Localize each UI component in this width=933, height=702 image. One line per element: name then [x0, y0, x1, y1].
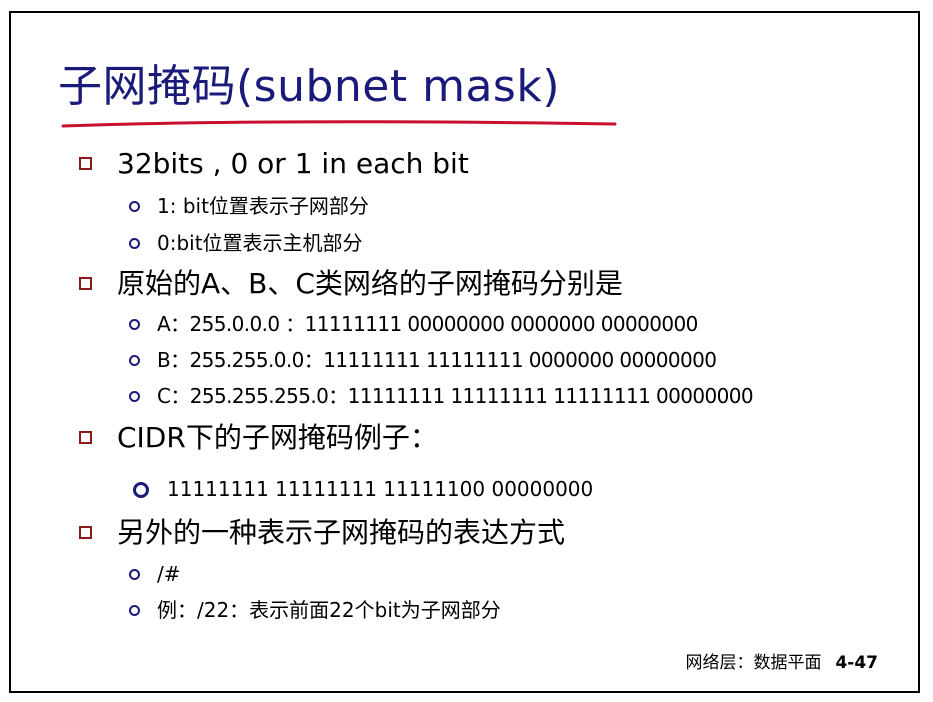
circle-bullet-icon: [129, 238, 140, 249]
slide-title: 子网掩码(subnet mask): [58, 61, 560, 112]
footer-section: 网络层：数据平面: [685, 653, 822, 673]
square-bullet-icon: [79, 526, 92, 539]
circle-bullet-icon: [129, 319, 140, 330]
bullet-1-text: 32bits , 0 or 1 in each bit: [117, 147, 469, 180]
bullet-2-sub-2-text: B：255.255.0.0：11111111 11111111 0000000 …: [157, 348, 717, 372]
circle-bullet-icon: [129, 605, 140, 616]
square-bullet-icon: [79, 277, 92, 290]
slide-footer: 网络层：数据平面 4-47: [685, 648, 878, 673]
bullet-2-sub-1-text: A：255.0.0.0 ：11111111 00000000 0000000 0…: [157, 312, 698, 336]
bullet-1-sub-2-text: 0:bit位置表示主机部分: [157, 231, 363, 255]
circle-bullet-icon: [129, 569, 140, 580]
circle-bullet-icon: [129, 355, 140, 366]
bullet-4-sub-2-text: 例：/22：表示前面22个bit为子网部分: [157, 598, 501, 622]
slide: 子网掩码(subnet mask) 32bits , 0 or 1 in eac…: [9, 11, 920, 693]
title-underline: [61, 120, 617, 128]
bullet-1-sub-1-text: 1: bit位置表示子网部分: [157, 194, 369, 218]
page-number: 4-47: [835, 653, 878, 673]
circle-bullet-icon: [129, 391, 140, 402]
bullet-3-text: CIDR下的子网掩码例子：: [117, 421, 438, 454]
bullet-4-sub-1-text: /#: [157, 562, 181, 586]
square-bullet-icon: [79, 431, 92, 444]
bullet-2-sub-3-text: C：255.255.255.0：11111111 11111111 111111…: [157, 384, 754, 408]
circle-bullet-icon: [129, 201, 140, 212]
bullet-4-text: 另外的一种表示子网掩码的表达方式: [117, 516, 566, 549]
bullet-3-sub-1-text: 11111111 11111111 11111100 00000000: [167, 477, 594, 501]
circle-bullet-icon: [133, 482, 149, 498]
square-bullet-icon: [79, 157, 92, 170]
bullet-2-text: 原始的A、B、C类网络的子网掩码分别是: [117, 267, 623, 300]
